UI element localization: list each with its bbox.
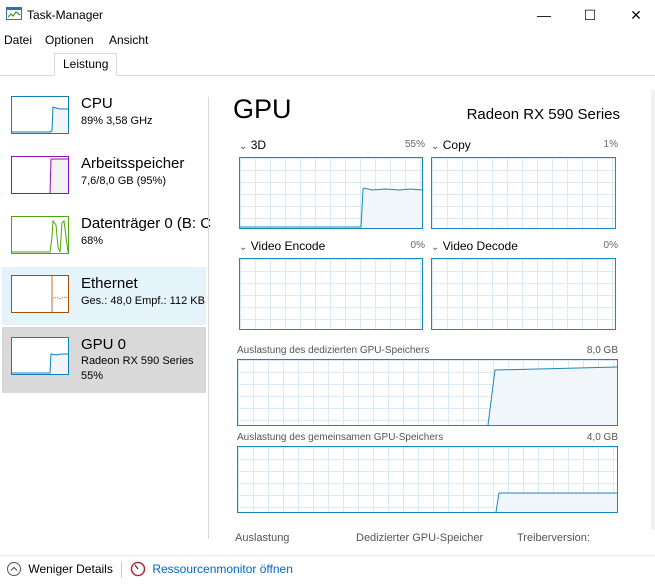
resource-monitor-icon bbox=[130, 561, 146, 577]
performance-sidebar: CPU 89% 3,58 GHz Arbeitsspeicher 7,6/8,0… bbox=[0, 90, 211, 540]
disk-thumbnail-line bbox=[12, 219, 69, 253]
gpu-thumbnail-graph bbox=[11, 337, 69, 375]
fewer-details-button[interactable]: Weniger Details bbox=[6, 561, 113, 577]
dedicated-memory-label: Auslastung des dedizierten GPU-Speichers bbox=[237, 345, 430, 356]
sidebar-item-ethernet-name: Ethernet bbox=[81, 275, 138, 292]
cpu-thumbnail-graph bbox=[11, 96, 69, 134]
gpu-thumbnail-line bbox=[12, 353, 68, 374]
chevron-down-icon: ⌄ bbox=[239, 242, 248, 253]
engine-3d-label: 3D bbox=[250, 138, 267, 152]
disk-thumbnail-graph bbox=[11, 216, 69, 254]
menu-datei[interactable]: Datei bbox=[4, 33, 32, 47]
menu-ansicht[interactable]: Ansicht bbox=[109, 33, 148, 47]
ethernet-thumbnail-line bbox=[51, 276, 69, 312]
engine-3d-selector[interactable]: ⌄ 3D bbox=[239, 138, 266, 152]
stat-dedicated-memory-label: Dedizierter GPU-Speicher bbox=[356, 532, 484, 544]
menu-optionen[interactable]: Optionen bbox=[45, 33, 94, 47]
sidebar-divider bbox=[208, 97, 209, 539]
title-bar: Task-Manager — ☐ ✕ bbox=[0, 0, 655, 30]
engine-video-decode-graph bbox=[431, 258, 616, 330]
footer-divider bbox=[121, 562, 122, 578]
chevron-down-icon: ⌄ bbox=[239, 141, 248, 152]
engine-3d-line bbox=[240, 187, 422, 228]
dedicated-memory-max: 8,0 GB bbox=[586, 345, 618, 356]
sidebar-item-ethernet[interactable]: Ethernet Ges.: 48,0 Empf.: 112 KB bbox=[2, 267, 206, 325]
fewer-details-label: Weniger Details bbox=[28, 562, 113, 576]
sidebar-item-disk[interactable]: Datenträger 0 (B: C 68% bbox=[2, 210, 211, 268]
engine-video-encode-label: Video Encode bbox=[250, 239, 326, 253]
sidebar-item-disk-detail: 68% bbox=[81, 235, 104, 247]
ethernet-thumbnail-graph bbox=[11, 275, 69, 313]
engine-video-decode-selector[interactable]: ⌄ Video Decode bbox=[431, 239, 518, 253]
sidebar-item-cpu-detail: 89% 3,58 GHz bbox=[81, 115, 153, 127]
chevron-down-icon: ⌄ bbox=[431, 242, 440, 253]
engine-copy-label: Copy bbox=[442, 138, 471, 152]
dedicated-memory-line bbox=[487, 366, 617, 425]
chevron-up-circle-icon bbox=[7, 562, 21, 576]
shared-memory-graph bbox=[237, 446, 618, 513]
tab-bar: Leistung bbox=[0, 53, 655, 76]
page-title: GPU bbox=[233, 94, 292, 124]
engine-3d-percent: 55% bbox=[404, 139, 425, 150]
main-scrollbar[interactable] bbox=[651, 90, 655, 530]
engine-video-decode-percent: 0% bbox=[603, 240, 618, 251]
cpu-thumbnail-line bbox=[12, 106, 68, 133]
engine-copy-percent: 1% bbox=[603, 139, 618, 150]
shared-memory-label: Auslastung des gemeinsamen GPU-Speichers bbox=[237, 432, 444, 443]
engine-video-encode-graph bbox=[239, 258, 423, 330]
sidebar-item-ethernet-detail: Ges.: 48,0 Empf.: 112 KB bbox=[81, 295, 205, 307]
minimize-button[interactable]: — bbox=[521, 0, 567, 30]
engine-3d-graph bbox=[239, 157, 423, 229]
memory-thumbnail-graph bbox=[11, 156, 69, 194]
resource-monitor-link[interactable]: Ressourcenmonitor öffnen bbox=[130, 561, 293, 577]
dedicated-memory-graph bbox=[237, 359, 618, 426]
sidebar-item-memory-name: Arbeitsspeicher bbox=[81, 155, 185, 172]
resource-monitor-label: Ressourcenmonitor öffnen bbox=[152, 562, 293, 576]
sidebar-item-memory-detail: 7,6/8,0 GB (95%) bbox=[81, 175, 166, 187]
tab-leistung[interactable]: Leistung bbox=[54, 53, 118, 76]
engine-video-encode-selector[interactable]: ⌄ Video Encode bbox=[239, 239, 325, 253]
sidebar-item-gpu-detail: Radeon RX 590 Series bbox=[81, 355, 194, 367]
memory-thumbnail-line bbox=[49, 158, 68, 194]
chevron-down-icon: ⌄ bbox=[431, 141, 440, 152]
engine-video-encode-percent: 0% bbox=[410, 240, 425, 251]
engine-copy-graph bbox=[431, 157, 616, 229]
stat-driver-version-label: Treiberversion: bbox=[517, 532, 590, 544]
sidebar-item-gpu-usage: 55% bbox=[81, 370, 104, 382]
sidebar-item-gpu-name: GPU 0 bbox=[81, 336, 127, 353]
gpu-adapter-name: Radeon RX 590 Series bbox=[466, 106, 620, 123]
sidebar-item-disk-name: Datenträger 0 (B: C bbox=[81, 215, 212, 232]
engine-copy-selector[interactable]: ⌄ Copy bbox=[431, 138, 471, 152]
maximize-button[interactable]: ☐ bbox=[567, 0, 613, 30]
window-title: Task-Manager bbox=[27, 8, 104, 22]
footer-bar: Weniger Details Ressourcenmonitor öffnen bbox=[0, 555, 655, 586]
engine-video-decode-label: Video Decode bbox=[442, 239, 518, 253]
shared-memory-line bbox=[495, 492, 617, 512]
shared-memory-max: 4,0 GB bbox=[586, 432, 618, 443]
close-button[interactable]: ✕ bbox=[613, 0, 655, 30]
stat-utilization-label: Auslastung bbox=[235, 532, 290, 544]
sidebar-item-cpu-name: CPU bbox=[81, 95, 113, 112]
sidebar-item-gpu[interactable]: GPU 0 Radeon RX 590 Series 55% bbox=[2, 327, 206, 393]
sidebar-item-memory[interactable]: Arbeitsspeicher 7,6/8,0 GB (95%) bbox=[2, 150, 206, 208]
task-manager-icon bbox=[6, 7, 22, 20]
sidebar-item-cpu[interactable]: CPU 89% 3,58 GHz bbox=[2, 90, 206, 148]
